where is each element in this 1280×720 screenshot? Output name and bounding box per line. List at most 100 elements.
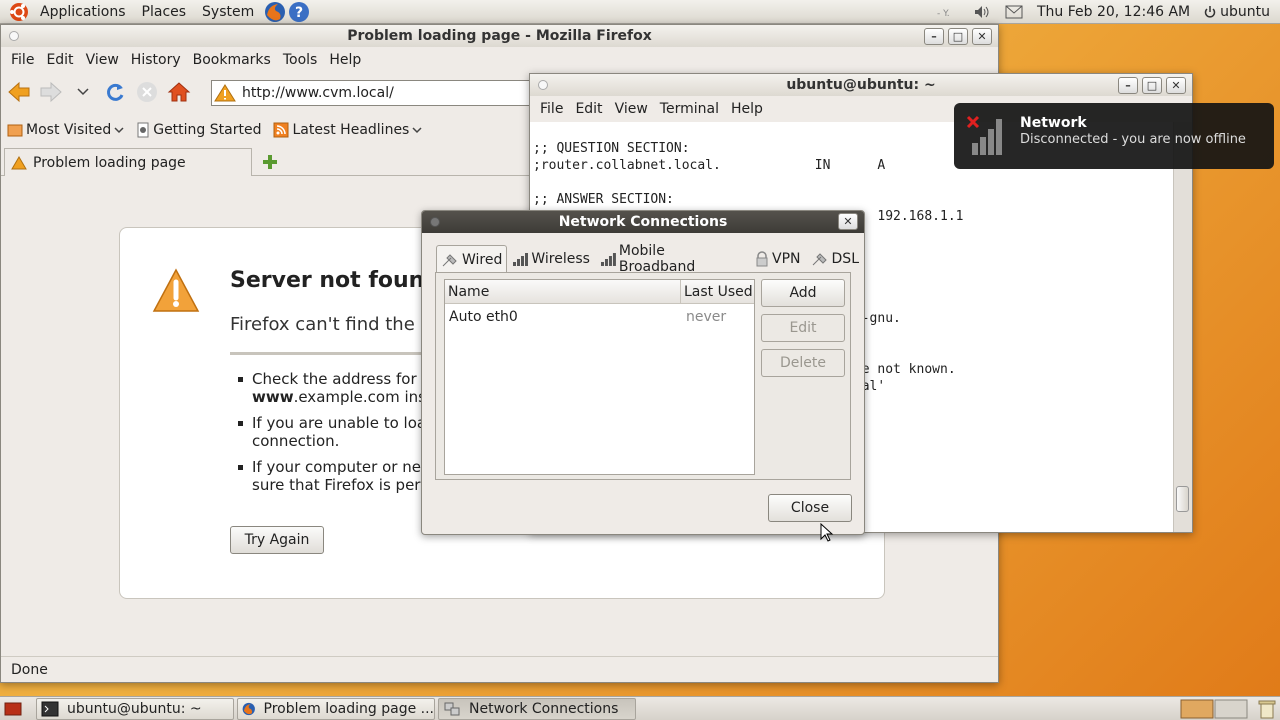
menu-tools[interactable]: Tools xyxy=(277,52,324,68)
menu-terminal[interactable]: Terminal xyxy=(654,101,725,117)
list-item: Check the address for typing errors such… xyxy=(238,370,579,406)
delete-button[interactable]: Delete xyxy=(761,349,845,377)
connection-type-tabs: Wired Wireless Mobile Broadband VPN DSL xyxy=(436,243,864,275)
page-icon xyxy=(137,122,149,138)
firefox-launcher-icon[interactable] xyxy=(264,1,286,23)
minimize-button[interactable]: – xyxy=(1118,77,1138,94)
close-button[interactable]: Close xyxy=(768,494,852,522)
bookmark-latest-headlines[interactable]: Latest Headlines xyxy=(273,122,422,138)
stop-icon xyxy=(137,82,157,102)
taskbar-item-firefox[interactable]: Problem loading page ... xyxy=(237,698,435,720)
close-window-button[interactable]: ✕ xyxy=(1166,77,1186,94)
tab-vpn[interactable]: VPN xyxy=(750,245,806,273)
taskbar-item-terminal[interactable]: ubuntu@ubuntu: ~ xyxy=(36,698,234,720)
mouse-cursor-icon xyxy=(820,523,834,542)
mail-icon[interactable] xyxy=(1005,5,1023,19)
menu-history[interactable]: History xyxy=(125,52,187,68)
volume-icon[interactable] xyxy=(973,4,991,20)
add-button[interactable]: Add xyxy=(761,279,845,307)
show-desktop-icon[interactable] xyxy=(4,701,22,717)
forward-arrow-icon xyxy=(40,81,62,103)
list-item: If your computer or network is protected… xyxy=(238,458,771,494)
close-window-button[interactable]: ✕ xyxy=(972,28,992,45)
warning-triangle-icon xyxy=(152,268,200,312)
menu-bookmarks[interactable]: Bookmarks xyxy=(187,52,277,68)
taskbar-label: ubuntu@ubuntu: ~ xyxy=(67,701,202,717)
help-icon[interactable]: ? xyxy=(288,1,310,23)
workspace-switcher-icon[interactable] xyxy=(1180,699,1250,719)
lock-icon xyxy=(756,251,768,267)
edit-button[interactable]: Edit xyxy=(761,314,845,342)
minimize-button[interactable]: – xyxy=(924,28,944,45)
menu-file[interactable]: File xyxy=(5,52,40,68)
svg-text:?: ? xyxy=(295,5,303,21)
forward-button[interactable] xyxy=(39,80,63,104)
home-icon xyxy=(167,82,191,102)
clock[interactable]: Thu Feb 20, 12:46 AM xyxy=(1037,4,1190,20)
reload-button[interactable] xyxy=(103,80,127,104)
menu-view[interactable]: View xyxy=(609,101,654,117)
column-header-last-used[interactable]: Last Used xyxy=(681,280,754,304)
url-text: http://www.cvm.local/ xyxy=(242,85,394,101)
power-icon xyxy=(1204,6,1216,18)
window-menu-icon[interactable] xyxy=(538,80,548,90)
menu-help[interactable]: Help xyxy=(725,101,769,117)
tab-dsl[interactable]: DSL xyxy=(806,245,864,273)
scrollbar[interactable] xyxy=(1173,122,1192,532)
wired-plug-icon xyxy=(812,253,827,266)
terminal-line: ;; ANSWER SECTION: xyxy=(533,192,674,207)
applications-menu[interactable]: Applications xyxy=(32,0,134,24)
maximize-button[interactable]: □ xyxy=(948,28,968,45)
scrollbar-thumb[interactable] xyxy=(1176,486,1189,512)
tab-problem-loading[interactable]: Problem loading page xyxy=(4,148,252,176)
tab-mobile-broadband[interactable]: Mobile Broadband xyxy=(595,243,750,275)
table-row[interactable]: Auto eth0 never xyxy=(445,306,754,328)
folder-icon xyxy=(7,124,23,137)
menu-edit[interactable]: Edit xyxy=(40,52,79,68)
column-header-name[interactable]: Name xyxy=(445,280,681,304)
user-menu[interactable]: ubuntu xyxy=(1204,4,1270,20)
close-window-button[interactable]: ✕ xyxy=(838,213,858,230)
terminal-titlebar[interactable]: ubuntu@ubuntu: ~ – □ ✕ xyxy=(530,74,1192,96)
stop-button[interactable] xyxy=(135,80,159,104)
bookmark-getting-started[interactable]: Getting Started xyxy=(136,122,261,138)
home-button[interactable] xyxy=(167,80,191,104)
history-dropdown[interactable] xyxy=(71,80,95,104)
firefox-title: Problem loading page - Mozilla Firefox xyxy=(347,28,652,44)
ubuntu-logo-icon[interactable] xyxy=(8,1,30,23)
window-menu-icon[interactable] xyxy=(430,217,440,227)
try-again-button[interactable]: Try Again xyxy=(230,526,324,554)
rss-icon xyxy=(273,122,289,138)
back-arrow-icon xyxy=(8,81,30,103)
trash-icon[interactable] xyxy=(1258,699,1276,719)
bookmark-most-visited[interactable]: Most Visited xyxy=(7,122,124,138)
wired-plug-icon xyxy=(442,253,457,266)
user-name: ubuntu xyxy=(1220,4,1270,20)
connection-name: Auto eth0 xyxy=(449,309,518,325)
system-menu[interactable]: System xyxy=(194,0,262,24)
dialog-titlebar[interactable]: Network Connections ✕ xyxy=(422,211,864,233)
suggestion-bold: www xyxy=(252,388,294,406)
network-status-icon[interactable]: - Y. xyxy=(935,4,959,20)
taskbar-label: Problem loading page ... xyxy=(263,701,434,717)
firefox-titlebar[interactable]: Problem loading page - Mozilla Firefox –… xyxy=(1,25,998,47)
places-menu[interactable]: Places xyxy=(134,0,195,24)
url-bar[interactable]: http://www.cvm.local/ xyxy=(211,80,541,106)
connections-list[interactable]: Name Last Used Auto eth0 never xyxy=(444,279,755,475)
maximize-button[interactable]: □ xyxy=(1142,77,1162,94)
chevron-down-icon xyxy=(412,126,422,133)
new-tab-icon[interactable] xyxy=(261,153,279,171)
back-button[interactable] xyxy=(7,80,31,104)
menu-view[interactable]: View xyxy=(80,52,125,68)
menu-help[interactable]: Help xyxy=(323,52,367,68)
firefox-icon xyxy=(242,702,255,716)
network-notification[interactable]: Network Disconnected - you are now offli… xyxy=(954,103,1274,169)
window-menu-icon[interactable] xyxy=(9,31,19,41)
taskbar-item-network-connections[interactable]: Network Connections xyxy=(438,698,636,720)
menu-file[interactable]: File xyxy=(534,101,569,117)
tab-wired[interactable]: Wired xyxy=(436,245,508,273)
tab-wireless[interactable]: Wireless xyxy=(507,245,595,273)
tab-label: Wireless xyxy=(531,251,590,267)
notification-title: Network xyxy=(1020,115,1087,131)
menu-edit[interactable]: Edit xyxy=(569,101,608,117)
